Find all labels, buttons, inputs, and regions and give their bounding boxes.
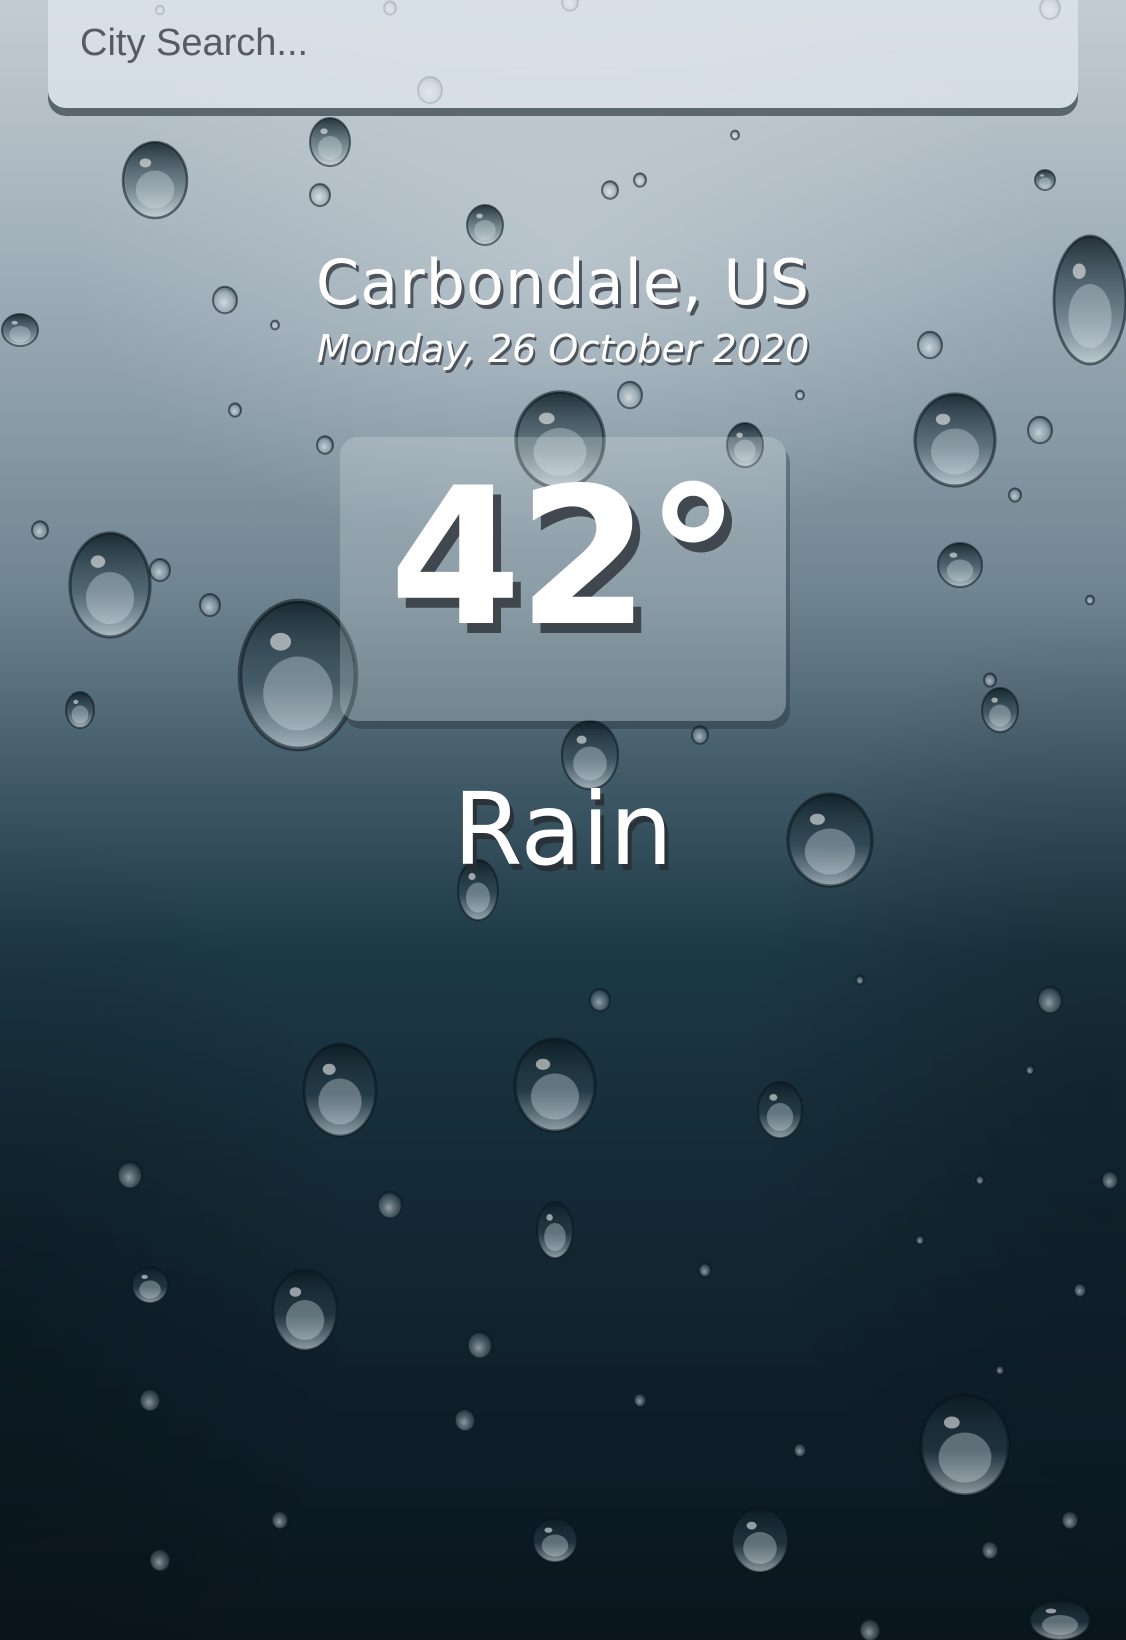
raindrop-small [589,988,611,1012]
raindrop [1034,169,1056,191]
raindrop-small [149,558,171,582]
raindrop [919,1393,1011,1497]
raindrop-small [730,129,740,141]
temperature-card: 42° [340,437,786,721]
search-bar [48,0,1078,108]
raindrop [121,140,189,220]
raindrop-small [1025,1064,1035,1076]
raindrop [1028,1598,1092,1640]
raindrop [937,542,983,588]
raindrop-small [271,1510,289,1530]
raindrop-small [228,402,242,418]
raindrop-small [117,1160,143,1190]
raindrop-small [1027,415,1053,445]
city-search-input[interactable] [80,8,1040,78]
raindrop [532,1517,578,1563]
raindrop-small [983,672,997,688]
raindrop [536,1201,574,1259]
raindrop-small [199,593,221,617]
raindrop-small [795,389,805,401]
raindrop-small [1008,487,1022,503]
raindrop-small [793,1442,807,1458]
location-title: Carbondale, US [315,246,811,319]
raindrop [466,204,504,246]
raindrop-small [1061,1510,1079,1530]
raindrop-small [467,1330,493,1360]
raindrop [730,1506,790,1574]
raindrop [131,1266,169,1304]
raindrop-small [1085,594,1095,606]
raindrop [237,598,359,752]
raindrop [757,1081,803,1139]
raindrop-small [139,1388,161,1412]
raindrop [271,1268,339,1352]
raindrop-small [1101,1170,1119,1190]
raindrop-small [855,974,865,986]
raindrop [913,392,997,488]
raindrop-small [31,520,49,540]
raindrop-small [454,1408,476,1432]
raindrop [513,1037,597,1133]
raindrop-small [149,1548,171,1572]
raindrop-small [859,1618,881,1640]
date-text: Monday, 26 October 2020 [316,327,810,371]
raindrop-small [698,1262,712,1278]
raindrop [302,1042,378,1138]
raindrop [68,531,152,639]
raindrop-small [995,1364,1005,1376]
raindrop-small [270,319,280,331]
raindrop [981,687,1019,733]
raindrop-small [617,380,643,410]
raindrop-small [1037,985,1063,1015]
raindrop-small [1073,1282,1087,1298]
raindrop-small [975,1174,985,1186]
weather-app: Carbondale, US Monday, 26 October 2020 4… [0,0,1126,1640]
raindrop-small [309,183,331,207]
raindrop [65,691,95,729]
raindrop-small [981,1540,999,1560]
raindrop-small [316,435,334,455]
raindrop-small [915,1234,925,1246]
weather-condition: Rain [453,771,673,888]
raindrop-small [633,1392,647,1408]
raindrop-small [633,172,647,188]
raindrop-small [691,725,709,745]
temperature-value: 42° [389,447,740,668]
raindrop [309,117,351,167]
raindrop-small [601,180,619,200]
raindrop-small [377,1190,403,1220]
